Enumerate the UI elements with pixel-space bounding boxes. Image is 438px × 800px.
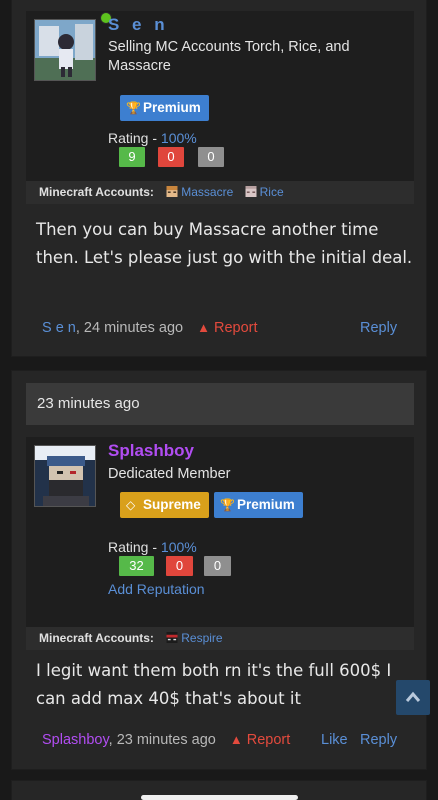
rating-percent: 100% [160,539,197,555]
account-name: Massacre [181,185,234,199]
user-card: Splashboy Dedicated Member ◇ Supreme 🏆 Pre… [26,437,414,650]
accounts-label: Minecraft Accounts: [39,631,154,645]
post-1: S e n Selling MC Accounts Torch, Rice, a… [11,0,427,357]
rating-label: Rating - 100% [108,130,197,146]
author-link[interactable]: Splashboy [42,732,109,748]
post-timestamp: 23 minutes ago [26,383,414,425]
author-link[interactable]: S e n [42,320,76,336]
post-2: 23 minutes ago Splashboy Dedicated Membe… [11,370,427,770]
post-time[interactable]: , 23 minutes ago [109,732,216,748]
username[interactable]: S e n [108,15,169,35]
badge-label: Premium [237,497,295,512]
rating-negative: 0 [166,556,193,576]
rating-text: Rating - [108,539,161,555]
diamond-icon: ◇ [126,498,136,512]
account-name: Respire [181,631,223,645]
user-title: Dedicated Member [108,466,231,482]
user-card: S e n Selling MC Accounts Torch, Rice, a… [26,11,414,204]
account-respire[interactable]: Respire [166,631,223,645]
reply-button[interactable]: Reply [360,320,397,336]
home-indicator[interactable] [141,795,298,800]
minecraft-accounts: Minecraft Accounts: Respire [26,627,414,650]
post-time[interactable]: , 24 minutes ago [76,320,183,336]
badge-label: Premium [143,100,201,115]
rating-percent: 100% [160,130,197,146]
minecraft-head-icon [245,186,257,197]
warning-icon: ▲ [197,320,210,335]
warning-icon: ▲ [229,732,243,747]
supreme-badge: ◇ Supreme [120,492,209,518]
rating-neutral: 0 [204,556,231,576]
rating-neutral: 0 [198,147,224,167]
minecraft-head-icon [166,632,178,643]
message-body: I legit want them both rn it's the full … [36,661,392,708]
trophy-icon: 🏆 [220,498,235,512]
rating-positive: 32 [119,556,154,576]
message-body: Then you can buy Massacre another time t… [36,220,413,267]
rating-text: Rating - [108,130,161,146]
report-label: Report [246,732,291,748]
account-name: Rice [259,185,284,199]
report-button[interactable]: ▲ Report [197,320,257,336]
avatar[interactable] [34,19,96,81]
premium-badge: 🏆 Premium [120,95,209,121]
reply-button[interactable]: Reply [360,732,397,748]
post-footer: S e n, 24 minutes ago ▲ Report Reply [42,320,402,336]
premium-badge: 🏆 Premium [214,492,303,518]
rating-label: Rating - 100% [108,539,197,555]
report-button[interactable]: ▲ Report [230,732,290,748]
accounts-label: Minecraft Accounts: [39,185,154,199]
account-massacre[interactable]: Massacre [166,185,236,199]
badge-label: Supreme [143,497,201,512]
rating-positive: 9 [119,147,145,167]
post-footer: Splashboy, 23 minutes ago ▲ Report Like R… [42,732,402,748]
trophy-icon: 🏆 [126,101,141,115]
minecraft-accounts: Minecraft Accounts: Massacre Rice [26,181,414,204]
username[interactable]: Splashboy [108,441,194,461]
rating-negative: 0 [158,147,184,167]
like-button[interactable]: Like [321,732,348,748]
user-title: Selling MC Accounts Torch, Rice, and Mas… [108,39,350,74]
chevron-up-icon [405,691,421,702]
account-rice[interactable]: Rice [245,185,284,199]
minecraft-head-icon [166,186,178,197]
report-label: Report [213,320,258,336]
add-reputation-link[interactable]: Add Reputation [108,581,205,597]
avatar[interactable] [34,445,96,507]
scroll-to-top-button[interactable] [396,680,430,715]
